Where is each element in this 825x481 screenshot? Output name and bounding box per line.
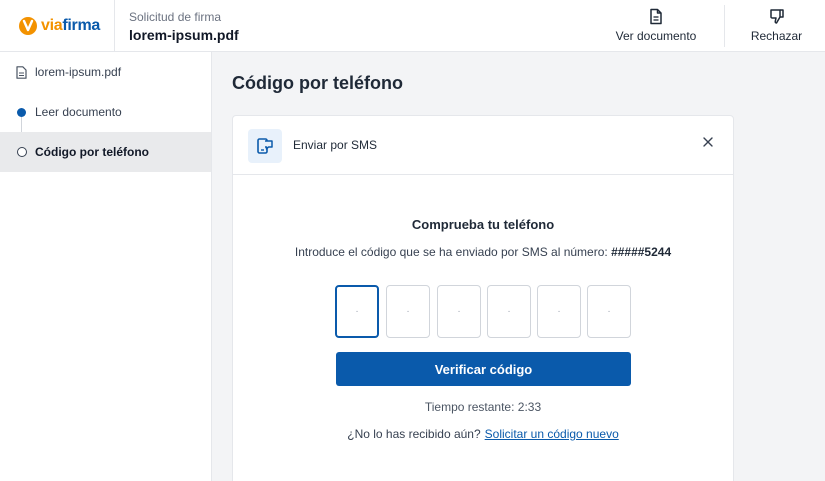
reject-button[interactable]: Rechazar xyxy=(748,8,805,43)
request-subtitle: Solicitud de firma xyxy=(129,10,222,24)
view-document-button[interactable]: Ver documento xyxy=(614,8,698,43)
request-new-code-link[interactable]: Solicitar un código nuevo xyxy=(485,427,619,441)
step-complete-dot xyxy=(16,106,27,119)
check-phone-title: Comprueba tu teléfono xyxy=(411,217,555,232)
code-digit-input[interactable]: · xyxy=(437,285,481,338)
sidebar-item-read-document[interactable]: Leer documento xyxy=(0,92,211,132)
top-header: viafirma Solicitud de firma lorem-ipsum.… xyxy=(0,0,825,52)
sidebar-item-phone-code[interactable]: Código por teléfono xyxy=(0,132,211,172)
page-title: Código por teléfono xyxy=(232,73,403,93)
document-icon xyxy=(650,8,662,25)
code-digit-input[interactable]: · xyxy=(386,285,430,338)
sidebar-item-document[interactable]: lorem-ipsum.pdf xyxy=(0,52,211,92)
verification-card: Comprueba tu teléfono Introduce el códig… xyxy=(232,174,734,481)
close-icon[interactable] xyxy=(701,135,715,149)
view-document-label: Ver documento xyxy=(615,29,697,43)
code-digit-input[interactable]: · xyxy=(537,285,581,338)
sms-phone-icon xyxy=(248,129,282,163)
header-divider xyxy=(114,0,115,52)
viafirma-logo-icon xyxy=(18,16,38,36)
viafirma-logo[interactable]: viafirma xyxy=(18,15,100,37)
masked-phone-number: #####5244 xyxy=(611,245,672,259)
reject-label: Rechazar xyxy=(750,29,803,43)
code-instructions: Introduce el código que se ha enviado po… xyxy=(294,245,672,259)
sms-method-header: Enviar por SMS xyxy=(232,115,734,175)
logo-wordmark: viafirma xyxy=(41,17,100,34)
code-digit-input[interactable]: · xyxy=(587,285,631,338)
header-divider-actions xyxy=(724,5,725,47)
code-digit-input[interactable]: · xyxy=(487,285,531,338)
document-info: Solicitud de firma lorem-ipsum.pdf xyxy=(129,10,239,44)
verify-code-button[interactable]: Verificar código xyxy=(336,352,631,386)
sidebar-item-label: lorem-ipsum.pdf xyxy=(35,65,122,79)
step-current-dot xyxy=(16,146,27,159)
sidebar-item-label: Leer documento xyxy=(35,105,122,119)
document-name: lorem-ipsum.pdf xyxy=(129,27,239,43)
thumbs-down-icon xyxy=(769,9,784,24)
resend-row: ¿No lo has recibido aún? Solicitar un cód… xyxy=(233,427,733,441)
resend-prompt: ¿No lo has recibido aún? xyxy=(347,427,481,441)
time-remaining: Tiempo restante: 2:33 xyxy=(424,400,542,414)
steps-sidebar: lorem-ipsum.pdf Leer documento Código po… xyxy=(0,52,212,481)
file-icon xyxy=(16,65,27,79)
code-digit-input[interactable]: · xyxy=(335,285,379,338)
sidebar-item-label: Código por teléfono xyxy=(35,145,149,159)
sms-method-label: Enviar por SMS xyxy=(293,138,378,152)
